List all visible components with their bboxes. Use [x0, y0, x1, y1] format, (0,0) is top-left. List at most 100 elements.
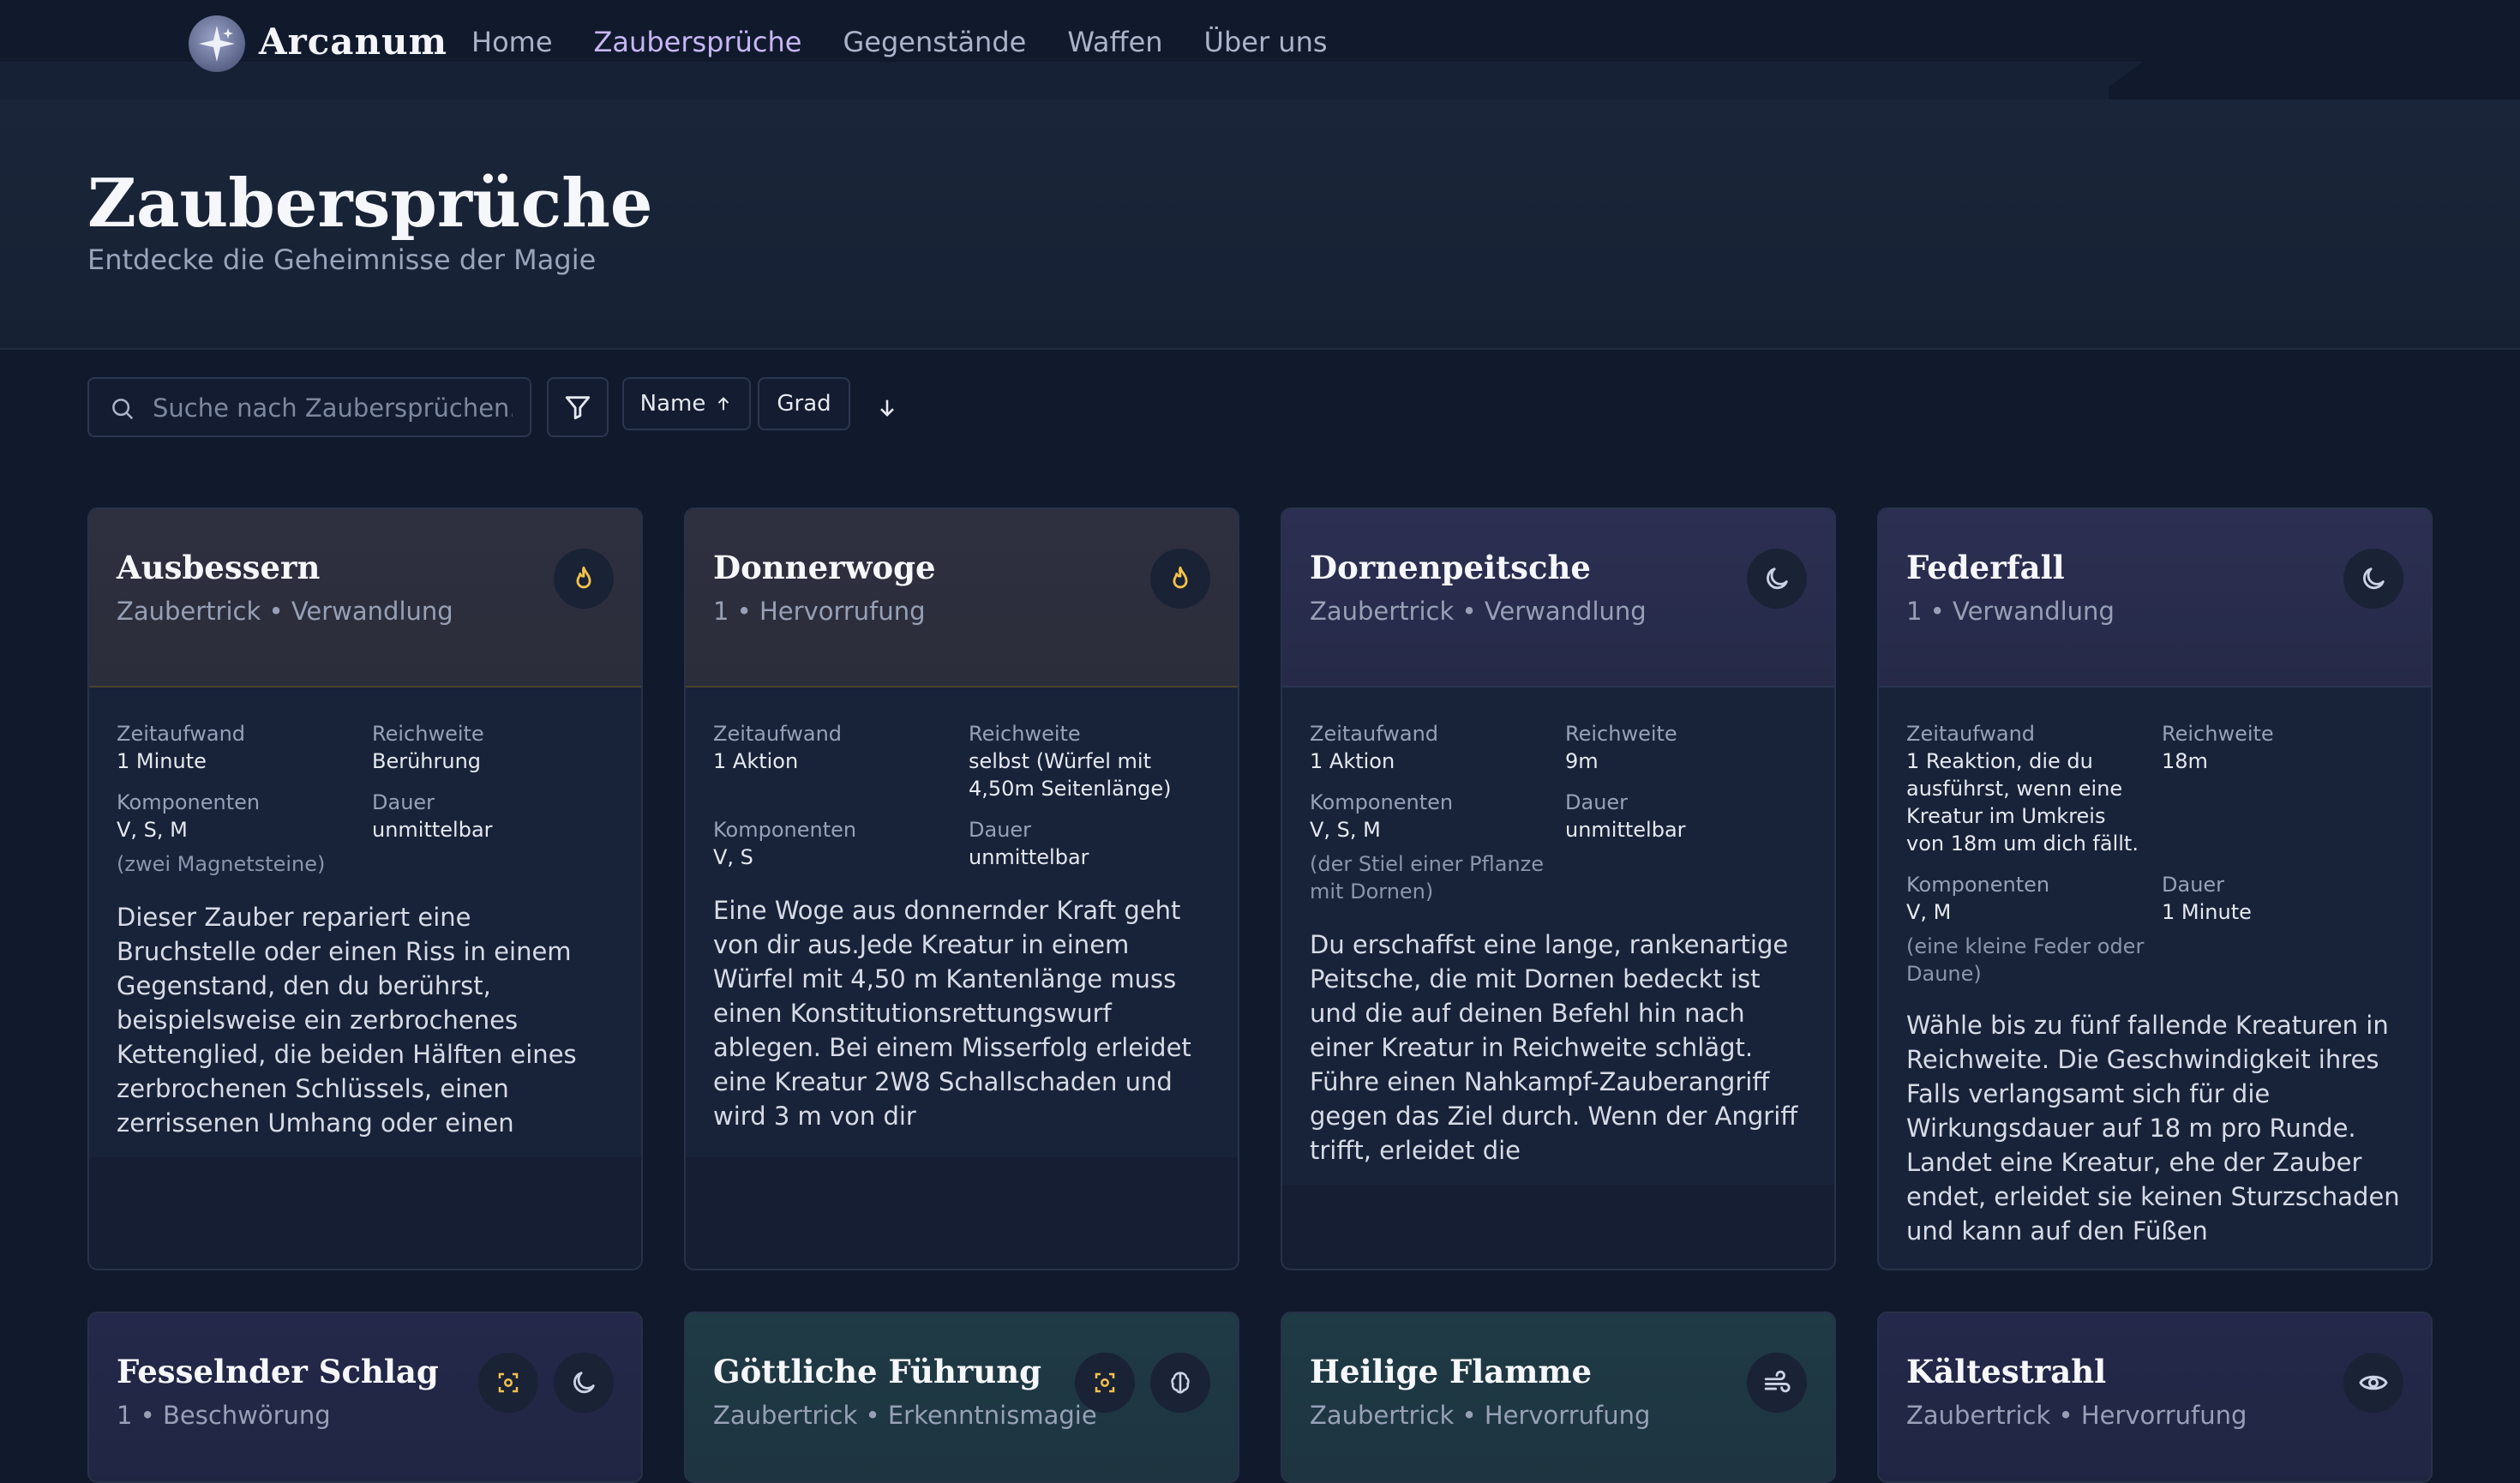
- spell-card-donnerwoge[interactable]: Donnerwoge 1 • Hervorrufung Zeitaufwand …: [684, 507, 1239, 1270]
- spell-card-dornenpeitsche[interactable]: Dornenpeitsche Zaubertrick • Verwandlung…: [1281, 507, 1836, 1270]
- spell-meta: Zaubertrick • Verwandlung: [117, 597, 453, 626]
- stat-value: unmittelbar: [969, 845, 1089, 869]
- search-box[interactable]: [87, 377, 531, 437]
- spell-title: Donnerwoge: [713, 549, 936, 586]
- spell-card-ausbessern[interactable]: Ausbessern Zaubertrick • Verwandlung Zei…: [87, 507, 643, 1270]
- stat-time: Zeitaufwand 1 Aktion: [713, 720, 962, 775]
- stat-label: Komponenten: [1906, 873, 2050, 897]
- arrow-down-icon: [880, 399, 894, 417]
- card-footer: [1282, 1185, 1834, 1269]
- stat-duration: Dauer unmittelbar: [372, 789, 621, 844]
- stat-value: 18m: [2162, 749, 2208, 773]
- sort-direction-button[interactable]: [866, 391, 909, 425]
- stat-components: Komponenten V, S, M (der Stiel einer Pfl…: [1310, 789, 1558, 905]
- spell-meta: 1 • Beschwörung: [117, 1401, 331, 1430]
- spell-card-goettliche-fuehrung[interactable]: Göttliche Führung Zaubertrick • Erkenntn…: [684, 1312, 1239, 1483]
- stat-value: selbst (Würfel mit 4,50m Seitenlänge): [969, 749, 1172, 801]
- nav-link-home[interactable]: Home: [471, 26, 553, 58]
- stat-label: Dauer: [2162, 873, 2225, 897]
- stat-value: V, M: [1906, 900, 1952, 924]
- stat-value: unmittelbar: [1565, 818, 1686, 842]
- component-note: (zwei Magnetsteine): [117, 852, 326, 876]
- stat-label: Reichweite: [969, 722, 1081, 746]
- sort-name-button[interactable]: Name: [622, 377, 751, 430]
- stat-time: Zeitaufwand 1 Aktion: [1310, 720, 1558, 775]
- spell-description: Du erschaffst eine lange, rankenartige P…: [1310, 930, 1798, 1165]
- stat-range: Reichweite Berührung: [372, 720, 621, 775]
- wind-icon: [1747, 1353, 1807, 1413]
- stat-components: Komponenten V, M (eine kleine Feder oder…: [1906, 871, 2155, 988]
- spell-meta: Zaubertrick • Hervorrufung: [1310, 1401, 1651, 1430]
- nav-links: Home Zaubersprüche Gegenstände Waffen Üb…: [471, 26, 1369, 58]
- card-header: Fesselnder Schlag 1 • Beschwörung: [89, 1313, 641, 1481]
- stat-time: Zeitaufwand 1 Minute: [117, 720, 365, 775]
- component-note: (eine kleine Feder oder Daune): [1906, 934, 2145, 986]
- spell-meta: 1 • Verwandlung: [1906, 597, 2115, 626]
- search-input[interactable]: [151, 387, 514, 429]
- stat-label: Zeitaufwand: [1906, 722, 2036, 746]
- brand-name[interactable]: Arcanum: [259, 21, 447, 63]
- spell-title: Dornenpeitsche: [1310, 549, 1591, 586]
- spell-card-kaeltestrahl[interactable]: Kältestrahl Zaubertrick • Hervorrufung: [1877, 1312, 2433, 1483]
- spell-title: Göttliche Führung: [713, 1353, 1042, 1390]
- spell-title: Kältestrahl: [1906, 1353, 2107, 1390]
- stat-value: V, S, M: [1310, 818, 1381, 842]
- stat-range: Reichweite selbst (Würfel mit 4,50m Seit…: [969, 720, 1217, 802]
- stat-label: Reichweite: [2162, 722, 2274, 746]
- stat-label: Reichweite: [372, 722, 484, 746]
- stat-label: Komponenten: [713, 818, 857, 842]
- spell-title: Heilige Flamme: [1310, 1353, 1593, 1390]
- stat-time: Zeitaufwand 1 Reaktion, die du ausführst…: [1906, 720, 2150, 857]
- spell-description: Wähle bis zu fünf fallende Kreaturen in …: [1906, 1011, 2400, 1246]
- stat-range: Reichweite 9m: [1565, 720, 1814, 775]
- nav-link-waffen[interactable]: Waffen: [1067, 26, 1162, 58]
- moon-icon: [554, 1353, 614, 1413]
- stat-value: 9m: [1565, 749, 1599, 773]
- stat-range: Reichweite 18m: [2162, 720, 2410, 775]
- stat-value: 1 Aktion: [713, 749, 799, 773]
- stat-label: Dauer: [372, 790, 435, 814]
- page-subtitle: Entdecke die Geheimnisse der Magie: [87, 243, 597, 276]
- spell-meta: Zaubertrick • Verwandlung: [1310, 597, 1647, 626]
- spell-card-federfall[interactable]: Federfall 1 • Verwandlung Zeitaufwand 1 …: [1877, 507, 2433, 1270]
- moon-icon: [2343, 549, 2403, 609]
- stat-label: Dauer: [969, 818, 1032, 842]
- filter-button[interactable]: [547, 377, 609, 437]
- nav-link-gegenstaende[interactable]: Gegenstände: [843, 26, 1026, 58]
- stat-value: 1 Minute: [2162, 900, 2252, 924]
- card-header: Heilige Flamme Zaubertrick • Hervorrufun…: [1282, 1313, 1834, 1481]
- stat-value: 1 Aktion: [1310, 749, 1395, 773]
- arrow-up-icon: [718, 397, 729, 411]
- stat-label: Reichweite: [1565, 722, 1677, 746]
- focus-scan-icon: [1075, 1353, 1135, 1413]
- card-header: Donnerwoge 1 • Hervorrufung: [686, 509, 1238, 687]
- spell-meta: Zaubertrick • Hervorrufung: [1906, 1401, 2247, 1430]
- sort-grad-button[interactable]: Grad: [758, 377, 850, 430]
- spell-title: Federfall: [1906, 549, 2065, 586]
- nav-tab-slope: [2091, 62, 2143, 99]
- stat-label: Komponenten: [1310, 790, 1454, 814]
- moon-icon: [1747, 549, 1807, 609]
- stat-label: Zeitaufwand: [713, 722, 843, 746]
- stat-label: Zeitaufwand: [117, 722, 246, 746]
- card-header: Dornenpeitsche Zaubertrick • Verwandlung: [1282, 509, 1834, 687]
- card-footer: [686, 1157, 1238, 1269]
- stat-value: V, S, M: [117, 818, 188, 842]
- stat-label: Zeitaufwand: [1310, 722, 1439, 746]
- hero-section: Zaubersprüche Entdecke die Geheimnisse d…: [0, 99, 2520, 350]
- logo-star-icon[interactable]: [189, 15, 245, 72]
- eye-icon: [2343, 1353, 2403, 1413]
- nav-link-ueber-uns[interactable]: Über uns: [1204, 26, 1328, 58]
- nav-link-zaubersprueche[interactable]: Zaubersprüche: [594, 26, 802, 58]
- stat-components: Komponenten V, S, M (zwei Magnetsteine): [117, 789, 365, 878]
- spell-meta: 1 • Hervorrufung: [713, 597, 926, 626]
- spell-description: Dieser Zauber repariert eine Bruchstelle…: [117, 903, 577, 1138]
- spell-card-heilige-flamme[interactable]: Heilige Flamme Zaubertrick • Hervorrufun…: [1281, 1312, 1836, 1483]
- stat-value: 1 Minute: [117, 749, 207, 773]
- spell-description: Eine Woge aus donnernder Kraft geht von …: [713, 896, 1191, 1131]
- top-navigation: Arcanum Home Zaubersprüche Gegenstände W…: [0, 0, 2520, 99]
- card-header: Kältestrahl Zaubertrick • Hervorrufung: [1879, 1313, 2431, 1481]
- sort-grad-label: Grad: [777, 391, 831, 417]
- component-note: (der Stiel einer Pflanze mit Dornen): [1310, 852, 1545, 904]
- spell-card-fesselnder-schlag[interactable]: Fesselnder Schlag 1 • Beschwörung: [87, 1312, 643, 1483]
